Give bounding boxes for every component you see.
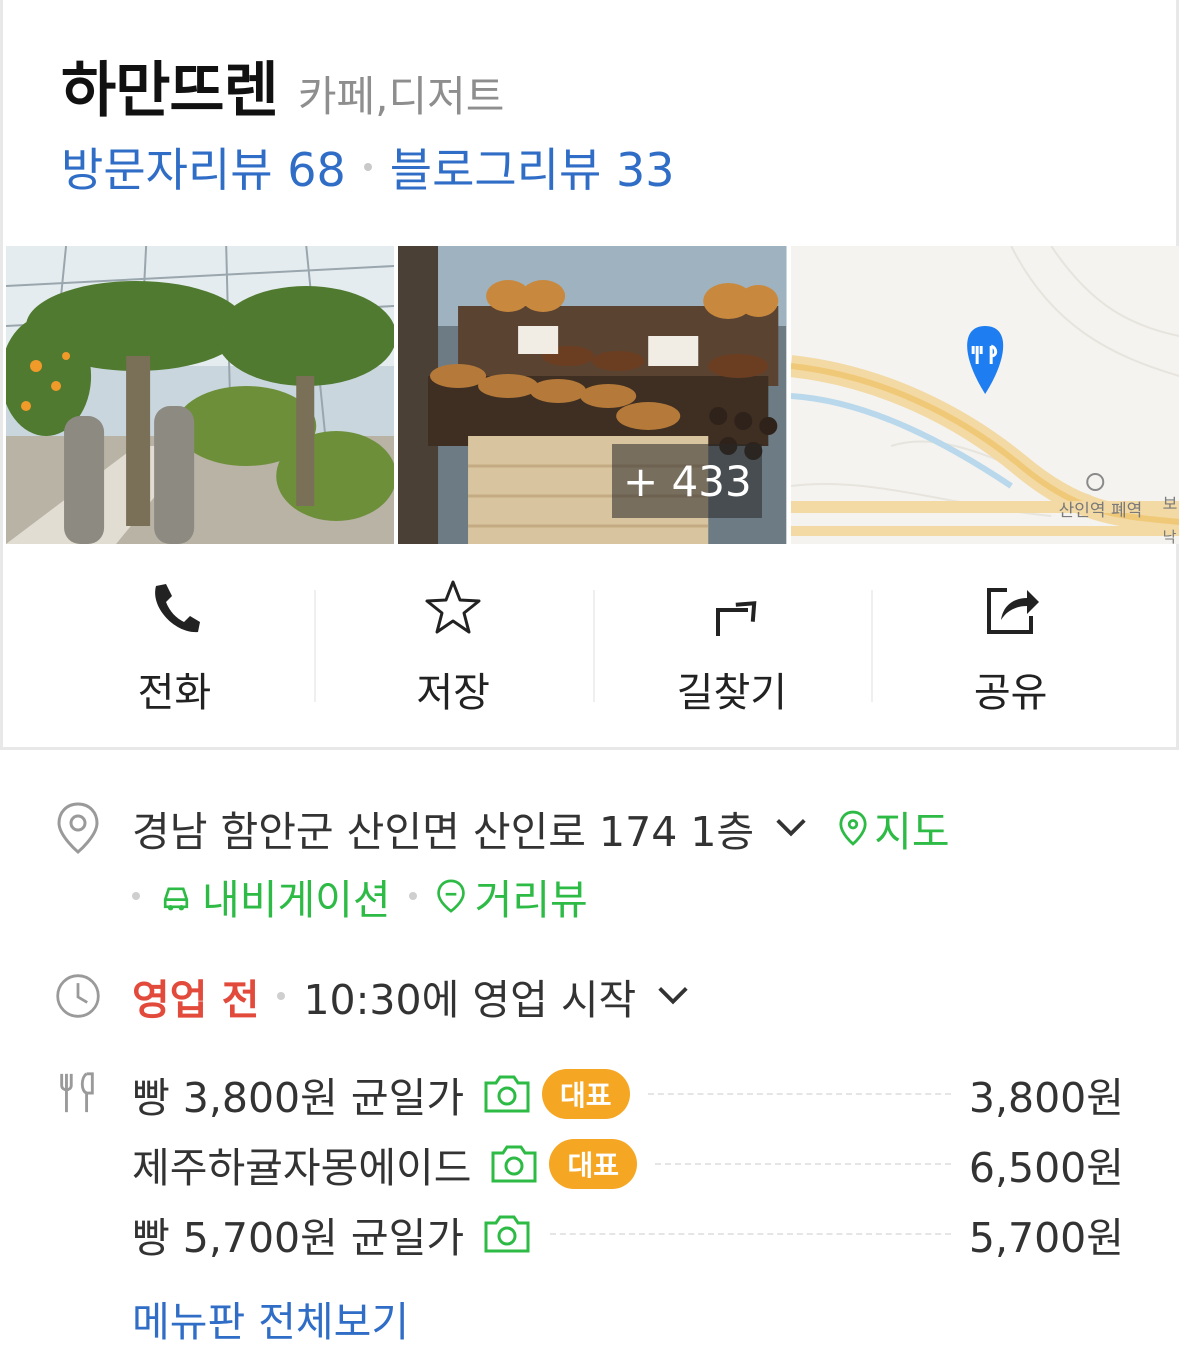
separator-dot: [132, 892, 140, 900]
view-full-menu-link[interactable]: 메뉴판 전체보기: [132, 1288, 409, 1348]
dotted-leader: [655, 1163, 951, 1165]
place-name: 하만뜨렌: [61, 56, 279, 126]
photo-greenhouse[interactable]: [6, 246, 395, 544]
camera-icon: [484, 1075, 530, 1113]
separator-dot: [408, 892, 417, 900]
signature-badge: 대표: [549, 1139, 638, 1189]
call-label: 전화: [137, 670, 212, 716]
menu-item-name: 빵 5,700원 균일가: [132, 1214, 465, 1262]
business-status: 영업 전: [132, 976, 260, 1024]
menu-item[interactable]: 제주하귤자몽에이드 대표 6,500원: [132, 1134, 1124, 1194]
address-row: 경남 함안군 산인면 산인로 174 1층 지도: [54, 798, 950, 858]
camera-icon: [484, 1215, 530, 1253]
photo-strip: + 433 산인역 폐역 보 낙: [6, 246, 1179, 544]
separator-dot: [277, 992, 286, 1000]
directions-label: 길찾기: [676, 670, 788, 716]
menu-item-price: 6,500원: [968, 1144, 1124, 1192]
streetview-link[interactable]: 거리뷰: [475, 866, 588, 926]
map-edge-label-1: 보: [1162, 494, 1178, 513]
dotted-leader: [550, 1233, 951, 1235]
menu-item[interactable]: 빵 3,800원 균일가 대표 3,800원: [132, 1064, 1124, 1124]
blog-review-link[interactable]: 블로그리뷰 33: [390, 134, 675, 200]
share-icon: [986, 588, 1039, 634]
map-thumbnail[interactable]: 산인역 폐역 보 낙: [790, 246, 1179, 544]
address-text: 경남 함안군 산인면 산인로 174 1층: [132, 808, 755, 856]
share-button[interactable]: 공유: [871, 572, 1150, 720]
signature-badge: 대표: [542, 1069, 630, 1119]
place-summary-card: 하만뜨렌 카페,디저트 방문자리뷰 68 블로그리뷰 33 + 433 산인역 …: [0, 0, 1179, 750]
map-pin-icon: [839, 810, 867, 846]
call-button[interactable]: 전화: [35, 572, 314, 720]
directions-button[interactable]: 길찾기: [592, 572, 872, 720]
separator-dot: [363, 163, 372, 171]
dotted-leader: [647, 1093, 951, 1095]
more-photos-overlay[interactable]: + 433: [612, 444, 763, 518]
menu-item-name: 제주하귤자몽에이드: [132, 1144, 472, 1192]
action-bar: 전화 저장 길찾기 공유: [35, 572, 1150, 720]
menu-item-price: 3,800원: [968, 1074, 1124, 1122]
share-label: 공유: [973, 670, 1048, 716]
chevron-down-icon[interactable]: [654, 977, 692, 1015]
phone-icon: [155, 584, 201, 633]
save-button[interactable]: 저장: [313, 572, 593, 720]
menu-item-name: 빵 3,800원 균일가: [132, 1074, 465, 1122]
business-hours-detail: 10:30에 영업 시작: [303, 976, 637, 1024]
address-links-row: 내비게이션 거리뷰: [132, 866, 588, 926]
visitor-review-link[interactable]: 방문자리뷰 68: [61, 134, 346, 200]
place-category: 카페,디저트: [297, 72, 505, 121]
star-icon: [425, 580, 481, 634]
photo-greenhouse-image: [6, 246, 395, 544]
car-icon: [163, 887, 189, 911]
map-station-label: 산인역 폐역: [1058, 501, 1143, 521]
location-pin-icon: [57, 802, 99, 854]
title-row: 하만뜨렌 카페,디저트: [61, 42, 504, 129]
photo-bakery[interactable]: + 433: [398, 246, 787, 544]
review-links: 방문자리뷰 68 블로그리뷰 33: [61, 134, 675, 200]
map-edge-label-2: 낙: [1162, 528, 1177, 544]
navigation-link[interactable]: 내비게이션: [202, 866, 391, 926]
save-label: 저장: [416, 670, 490, 716]
hours-row: 영업 전 10:30에 영업 시작: [54, 966, 692, 1026]
directions-icon: [715, 601, 757, 636]
camera-icon: [491, 1145, 537, 1183]
map-link[interactable]: 지도: [874, 798, 949, 858]
menu-item[interactable]: 빵 5,700원 균일가 5,700원: [132, 1204, 1124, 1264]
clock-icon: [56, 974, 100, 1018]
streetview-icon: [436, 879, 465, 913]
menu-item-price: 5,700원: [968, 1214, 1124, 1262]
chevron-down-icon[interactable]: [772, 809, 810, 847]
fork-knife-icon: [60, 1072, 94, 1113]
